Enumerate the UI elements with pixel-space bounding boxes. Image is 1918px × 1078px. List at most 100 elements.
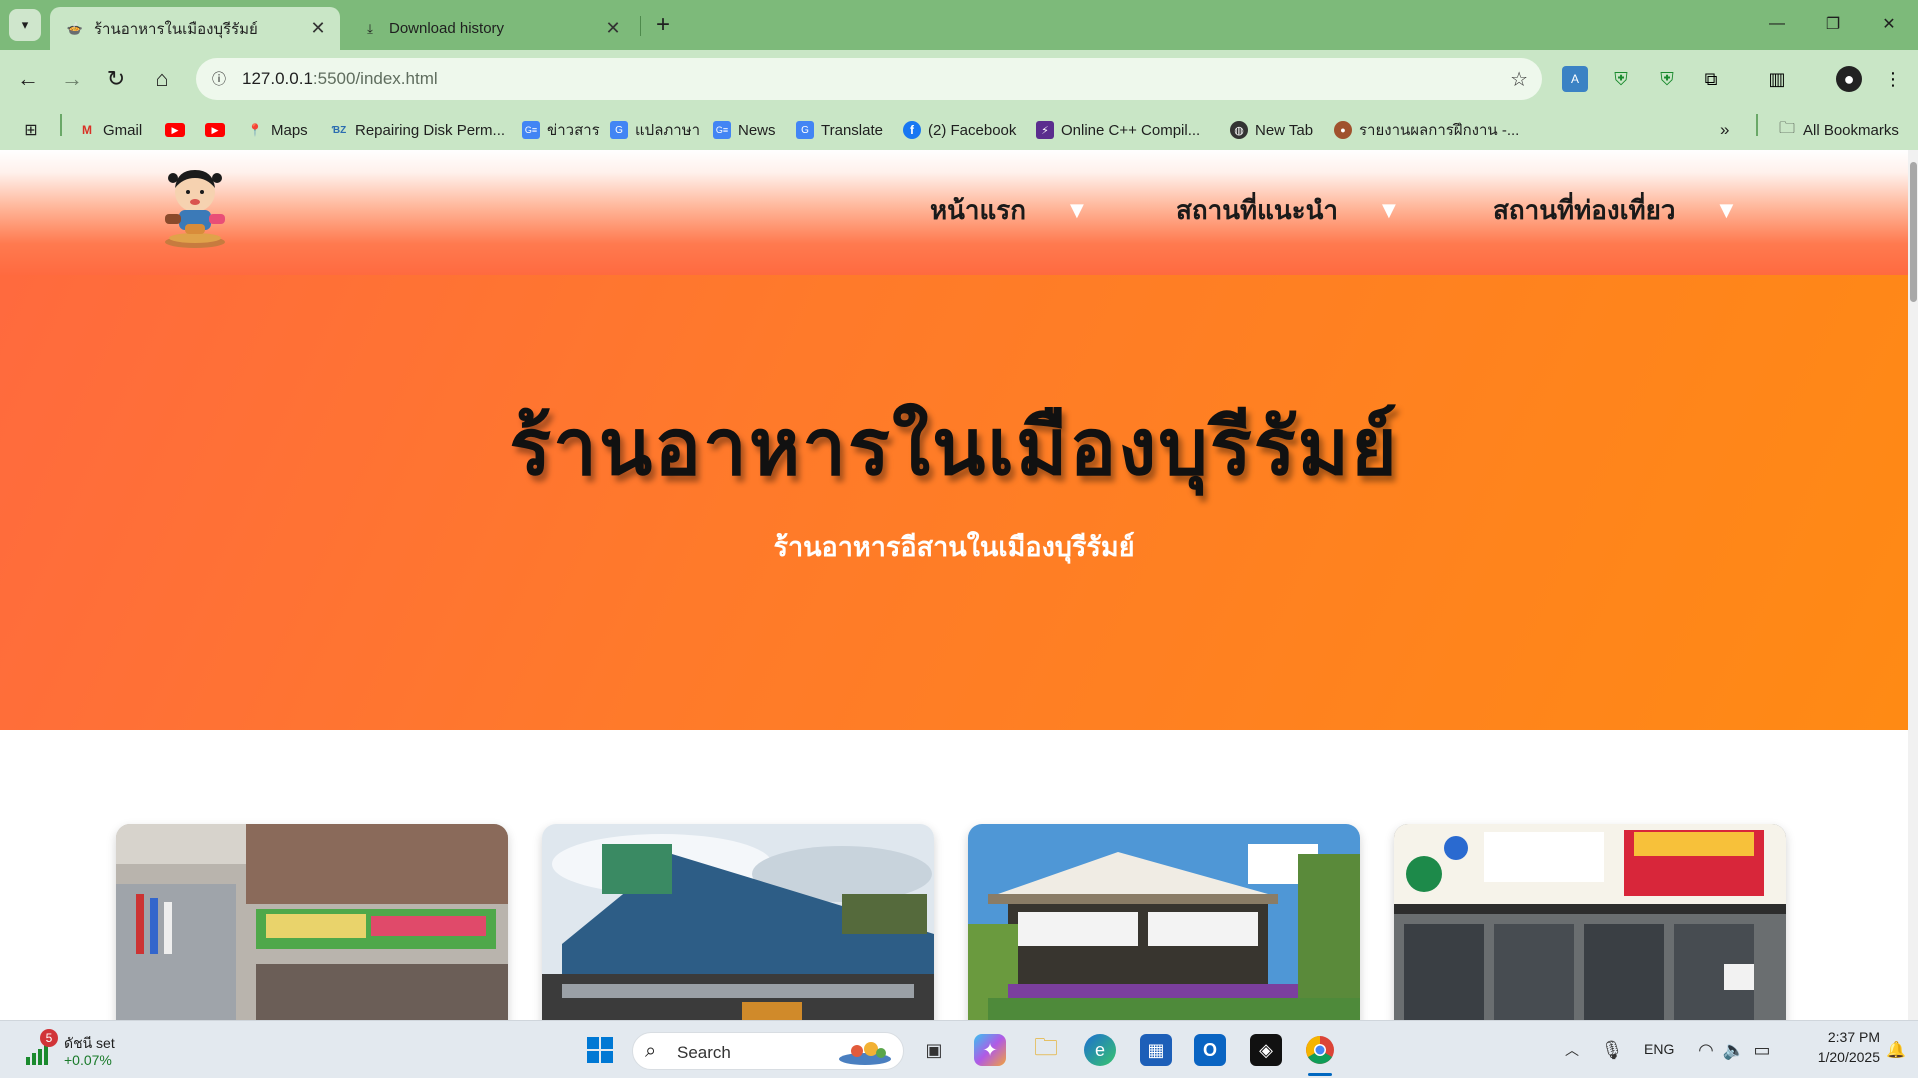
start-button[interactable]	[584, 1034, 616, 1066]
extensions-puzzle-icon[interactable]: ⧉	[1698, 66, 1724, 92]
bookmark-label: New Tab	[1255, 121, 1314, 139]
page-viewport: หน้าแรก ▼ สถานที่แนะนำ ▼ สถานที่ท่องเที่…	[0, 150, 1908, 1020]
bookmark-label: (2) Facebook	[928, 121, 1017, 139]
shield-icon[interactable]: ⛨	[1608, 66, 1634, 92]
menu-item-recommended[interactable]: สถานที่แนะนำ ▼	[1176, 190, 1396, 231]
bookmarks-divider	[1756, 114, 1758, 136]
bookmark-youtube[interactable]: ▶	[205, 120, 232, 140]
restaurant-card[interactable]	[542, 824, 934, 1020]
page-scrollbar[interactable]	[1908, 150, 1918, 1020]
bookmark-internship-report[interactable]: ● รายงานผลการฝึกงาน -...	[1334, 120, 1519, 140]
site-favicon-icon: 🍲	[66, 20, 84, 36]
taskbar-search[interactable]: ⌕ Search	[632, 1032, 904, 1070]
bookmark-facebook[interactable]: f (2) Facebook	[903, 120, 1016, 140]
bookmark-star-icon[interactable]: ☆	[1510, 67, 1528, 92]
stock-widget[interactable]: 5 ดัชนี set +0.07%	[22, 1029, 162, 1071]
bookmark-gmail[interactable]: M Gmail	[78, 120, 142, 140]
forward-button[interactable]: →	[54, 61, 90, 97]
menu-item-attractions[interactable]: สถานที่ท่องเที่ยว ▼	[1493, 190, 1733, 231]
more-menu-icon[interactable]: ⋮	[1880, 66, 1906, 92]
tab-download-history[interactable]: ⤓ Download history ✕	[345, 7, 635, 50]
bookmark-new-tab[interactable]: ◍ New Tab	[1230, 120, 1313, 140]
site-logo[interactable]	[155, 164, 235, 250]
facebook-icon: f	[903, 121, 921, 139]
tab-divider	[640, 16, 641, 36]
caret-down-icon: ▼	[1719, 200, 1734, 221]
home-button[interactable]: ⌂	[144, 61, 180, 97]
chrome-icon[interactable]	[1304, 1034, 1336, 1066]
avatar[interactable]: ●	[1836, 66, 1862, 92]
file-explorer-icon[interactable]: 🗀	[1030, 1034, 1062, 1066]
reload-button[interactable]: ↻	[98, 61, 134, 97]
app-icon[interactable]: ◈	[1250, 1034, 1282, 1066]
site-header: หน้าแรก ▼ สถานที่แนะนำ ▼ สถานที่ท่องเที่…	[0, 150, 1908, 275]
tab-strip: ▾ 🍲 ร้านอาหารในเมืองบุรีรัมย์ ✕ ⤓ Downlo…	[0, 0, 1918, 50]
url-text[interactable]: 127.0.0.1:5500/index.html	[242, 69, 438, 89]
bookmark-label: All Bookmarks	[1803, 121, 1899, 139]
menu-item-home[interactable]: หน้าแรก ▼	[930, 190, 1084, 231]
bookmark-repairing-disk[interactable]: ƁZ Repairing Disk Perm...	[330, 120, 505, 140]
restaurant-photo	[1394, 824, 1786, 1020]
scrollbar-thumb[interactable]	[1910, 162, 1917, 302]
restore-button[interactable]: ❐	[1810, 8, 1856, 40]
bookmark-maps[interactable]: 📍 Maps	[246, 120, 308, 140]
tab-search-button[interactable]: ▾	[9, 9, 41, 41]
reading-list-icon[interactable]: ▥	[1764, 66, 1790, 92]
download-icon: ⤓	[367, 20, 373, 36]
all-bookmarks[interactable]: 🗀 All Bookmarks	[1778, 120, 1899, 140]
language-indicator[interactable]: ENG	[1644, 1041, 1674, 1057]
battery-icon[interactable]: ▭	[1746, 1034, 1778, 1066]
microphone-icon[interactable]: 🎙	[1596, 1034, 1628, 1066]
translate-icon: G	[610, 121, 628, 139]
bookmark-label: Online C++ Compil...	[1061, 121, 1201, 139]
bookmarks-divider	[60, 114, 62, 136]
store-icon[interactable]: ▦	[1140, 1034, 1172, 1066]
bookmark-label: Translate	[821, 121, 883, 139]
copilot-icon[interactable]: ✦	[974, 1034, 1006, 1066]
menu-label: สถานที่ท่องเที่ยว	[1493, 196, 1676, 226]
bookmark-translate-th[interactable]: G แปลภาษา	[610, 120, 700, 140]
caret-down-icon: ▼	[1069, 200, 1084, 221]
bookmark-translate[interactable]: G Translate	[796, 120, 883, 140]
site-info-icon[interactable]: ⓘ	[204, 64, 234, 94]
clock-time: 2:37 PM	[1827, 1029, 1880, 1045]
bookmarks-overflow-icon[interactable]: »	[1720, 120, 1729, 140]
task-view-icon[interactable]: ▣	[918, 1034, 950, 1066]
restaurant-card[interactable]	[968, 824, 1360, 1020]
minimize-button[interactable]: ―	[1754, 8, 1800, 40]
close-window-button[interactable]: ✕	[1866, 8, 1912, 40]
clock[interactable]: 2:37 PM 1/20/2025	[1790, 1029, 1880, 1065]
bookmark-online-compiler[interactable]: ⚡ Online C++ Compil...	[1036, 120, 1200, 140]
apps-icon[interactable]: ⊞	[22, 120, 47, 140]
restaurant-card[interactable]	[116, 824, 508, 1020]
taskbar: 5 ดัชนี set +0.07% ⌕ Search ▣ ✦ 🗀 e ▦ O …	[0, 1020, 1918, 1078]
bookmark-label: รายงานผลการฝึกงาน -...	[1359, 122, 1520, 139]
address-bar[interactable]: ⓘ 127.0.0.1:5500/index.html ☆	[196, 58, 1542, 100]
tab-active[interactable]: 🍲 ร้านอาหารในเมืองบุรีรัมย์ ✕	[50, 7, 340, 50]
new-tab-button[interactable]: +	[650, 11, 676, 38]
back-button[interactable]: ←	[10, 61, 46, 97]
outlook-icon[interactable]: O	[1194, 1034, 1226, 1066]
caret-down-icon: ▼	[1382, 200, 1396, 221]
close-icon[interactable]: ✕	[306, 17, 330, 41]
close-icon[interactable]: ✕	[601, 17, 625, 41]
url-path: :5500/index.html	[312, 69, 438, 88]
edge-icon[interactable]: e	[1084, 1034, 1116, 1066]
bookmark-label: Maps	[271, 121, 308, 139]
extension-icon[interactable]: A	[1562, 66, 1588, 92]
chevron-up-icon[interactable]: ︿	[1556, 1034, 1588, 1066]
google-news-icon: G≡	[522, 121, 540, 139]
bookmark-news[interactable]: G≡ News	[713, 120, 776, 140]
notification-bell-icon[interactable]: 🔔	[1880, 1034, 1912, 1066]
gmail-icon: M	[82, 123, 92, 137]
bookmark-news-th[interactable]: G≡ ข่าวสาร	[522, 120, 600, 140]
shield-icon[interactable]: ⛨	[1654, 66, 1680, 92]
chrome-logo-icon	[1306, 1036, 1334, 1064]
bookmark-label: Gmail	[103, 121, 143, 139]
active-app-indicator	[1308, 1073, 1332, 1076]
restaurant-photo	[542, 824, 934, 1020]
bookmark-youtube[interactable]: ▶	[165, 120, 192, 140]
tab-title: Download history	[389, 20, 505, 37]
restaurant-card[interactable]	[1394, 824, 1786, 1020]
search-highlight-icon	[839, 1042, 891, 1065]
